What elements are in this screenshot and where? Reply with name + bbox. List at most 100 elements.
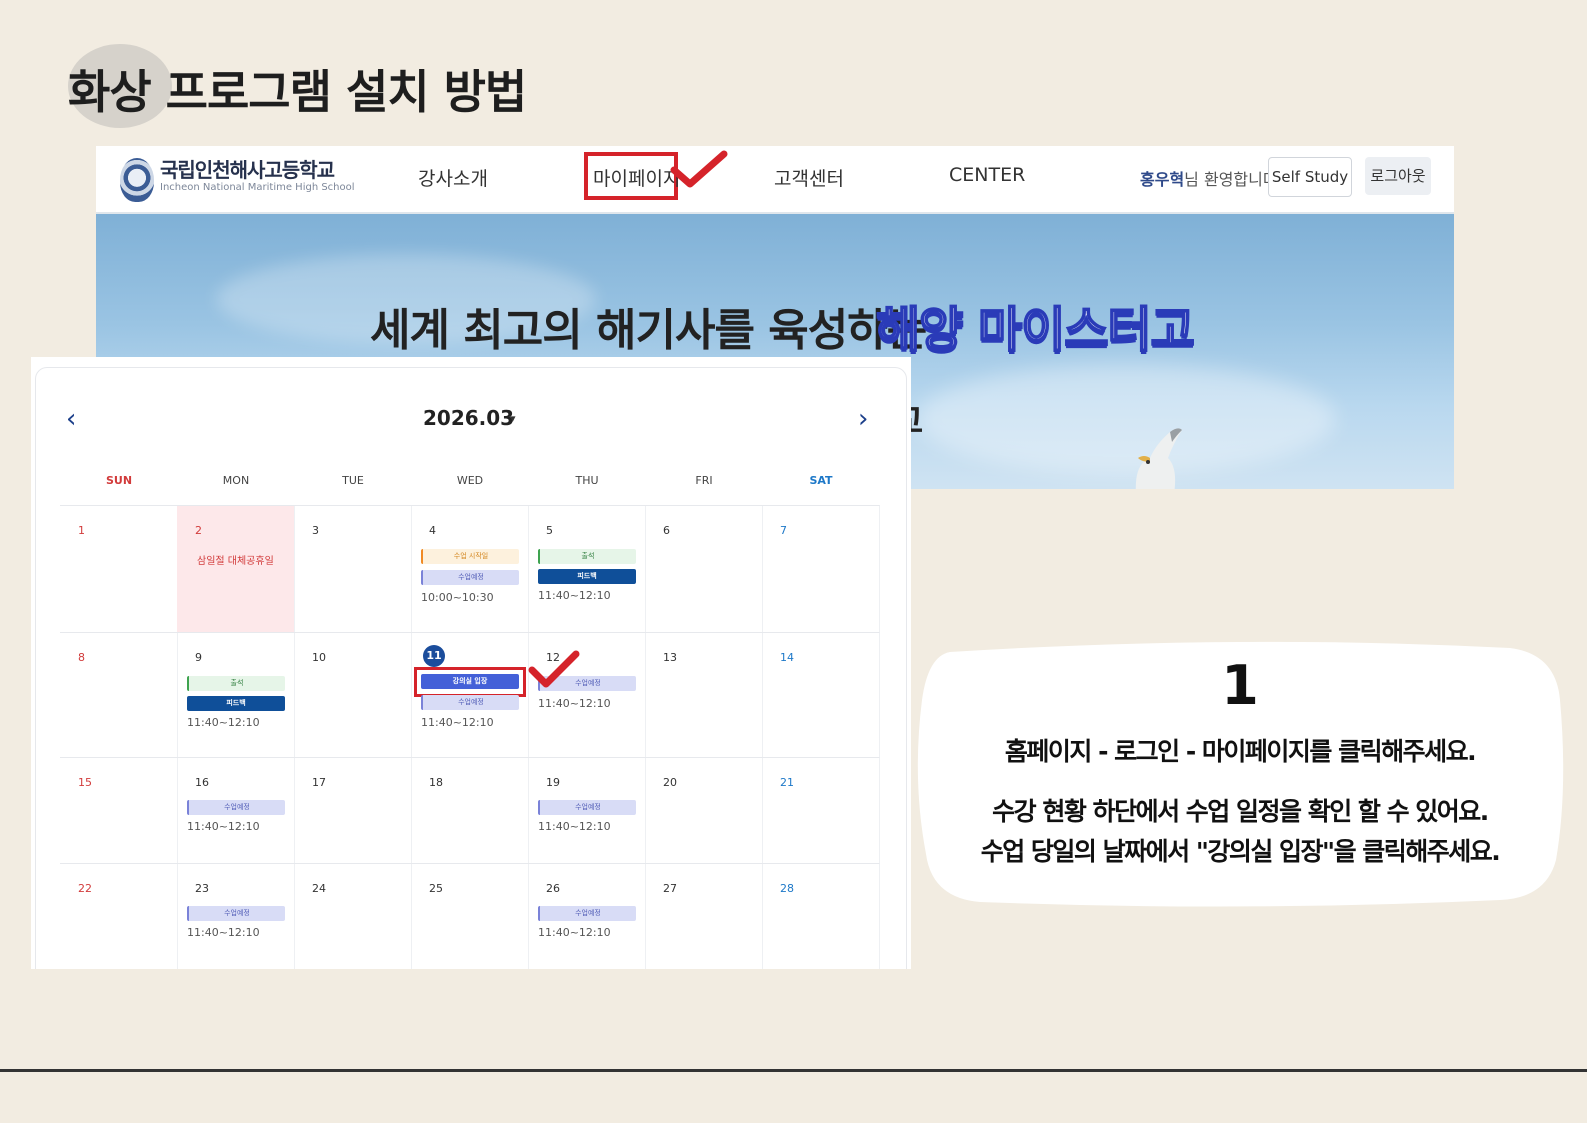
class-time: 11:40~12:10 <box>538 820 611 833</box>
school-logo[interactable]: 국립인천해사고등학교 Incheon National Maritime Hig… <box>120 154 355 204</box>
scheduled-class-event[interactable]: 수업예정 <box>538 800 636 815</box>
instruction-line-2: 수강 현황 하단에서 수업 일정을 확인 할 수 있어요. <box>992 797 1489 826</box>
day-cell[interactable]: 1 <box>60 505 178 632</box>
scheduled-class-event[interactable]: 수업예정 <box>187 906 285 921</box>
day-cell[interactable]: 9 출석 피드백 11:40~12:10 <box>177 632 295 757</box>
day-number: 5 <box>546 524 553 537</box>
day-number: 2 <box>195 524 202 537</box>
day-number: 28 <box>780 882 794 895</box>
calendar-month[interactable]: 2026.03 <box>423 406 514 430</box>
page-title: 화상 프로그램 설치 방법 <box>68 65 527 119</box>
calendar-card: ‹ 2026.03 ▾ › SUN MON TUE WED THU FRI SA… <box>35 367 907 969</box>
hero-headline-accent: 해양 마이스터고 <box>875 301 1196 359</box>
day-number: 8 <box>78 651 85 664</box>
day-cell-holiday[interactable]: 2 삼일절 대체공휴일 <box>177 505 295 632</box>
enter-classroom-highlight-box <box>414 667 526 697</box>
class-start-event[interactable]: 수업 시작일 <box>421 549 519 564</box>
day-number: 19 <box>546 776 560 789</box>
scheduled-class-event[interactable]: 수업예정 <box>421 570 519 585</box>
day-cell[interactable]: 20 <box>645 757 763 863</box>
self-study-button[interactable]: Self Study <box>1268 157 1352 197</box>
class-time: 11:40~12:10 <box>538 697 611 710</box>
day-number: 10 <box>312 651 326 664</box>
seagull-icon <box>1135 428 1182 489</box>
day-number: 27 <box>663 882 677 895</box>
day-number: 20 <box>663 776 677 789</box>
class-time: 11:40~12:10 <box>187 716 260 729</box>
day-cell[interactable]: 6 <box>645 505 763 632</box>
day-number: 13 <box>663 651 677 664</box>
user-name: 홍우혁 <box>1140 170 1185 189</box>
instruction-line-1: 홈페이지 - 로그인 - 마이페이지를 클릭해주세요. <box>1004 737 1477 766</box>
scheduled-class-event[interactable]: 수업예정 <box>187 800 285 815</box>
day-cell[interactable]: 21 <box>762 757 880 863</box>
class-time: 10:00~10:30 <box>421 591 494 604</box>
day-cell[interactable]: 18 <box>411 757 529 863</box>
day-cell[interactable]: 14 <box>762 632 880 757</box>
nav-mypage[interactable]: 마이페이지 <box>593 164 680 191</box>
day-cell[interactable]: 27 <box>645 863 763 969</box>
logout-button[interactable]: 로그아웃 <box>1365 157 1431 195</box>
weekday-thu: THU <box>575 474 599 487</box>
month-dropdown-icon[interactable]: ▾ <box>510 412 516 425</box>
attendance-event[interactable]: 출석 <box>538 549 636 564</box>
day-number: 24 <box>312 882 326 895</box>
day-cell[interactable]: 15 <box>60 757 178 863</box>
day-cell[interactable]: 3 <box>294 505 412 632</box>
day-cell[interactable]: 5 출석 피드백 11:40~12:10 <box>528 505 646 632</box>
weekday-wed: WED <box>456 474 484 487</box>
class-time: 11:40~12:10 <box>421 716 494 729</box>
day-cell[interactable]: 16 수업예정 11:40~12:10 <box>177 757 295 863</box>
hero-headline: 세계 최고의 해기사를 육성하는 <box>370 305 927 356</box>
step-number: 1 <box>1221 654 1259 717</box>
day-number: 16 <box>195 776 209 789</box>
class-time: 11:40~12:10 <box>187 926 260 939</box>
feedback-button[interactable]: 피드백 <box>538 569 636 584</box>
day-cell[interactable]: 24 <box>294 863 412 969</box>
today-badge: 11 <box>423 645 445 667</box>
calendar-screenshot: ‹ 2026.03 ▾ › SUN MON TUE WED THU FRI SA… <box>31 357 911 969</box>
nav-center[interactable]: CENTER <box>949 164 1025 186</box>
day-cell[interactable]: 10 <box>294 632 412 757</box>
day-number: 6 <box>663 524 670 537</box>
nav-customer-center[interactable]: 고객센터 <box>774 164 844 191</box>
day-cell[interactable]: 25 <box>411 863 529 969</box>
checkmark-icon <box>670 150 728 188</box>
logo-subtitle: Incheon National Maritime High School <box>160 182 355 193</box>
day-number: 4 <box>429 524 436 537</box>
weekday-sat: SAT <box>809 474 833 487</box>
feedback-button[interactable]: 피드백 <box>187 696 285 711</box>
day-cell[interactable]: 28 <box>762 863 880 969</box>
day-number: 21 <box>780 776 794 789</box>
day-number: 23 <box>195 882 209 895</box>
day-cell[interactable]: 23 수업예정 11:40~12:10 <box>177 863 295 969</box>
attendance-event[interactable]: 출석 <box>187 676 285 691</box>
next-month-button[interactable]: › <box>858 404 868 434</box>
scheduled-class-event[interactable]: 수업예정 <box>538 906 636 921</box>
weekday-tue: TUE <box>342 474 364 487</box>
weekday-fri: FRI <box>695 474 713 487</box>
day-number: 17 <box>312 776 326 789</box>
day-cell[interactable]: 7 <box>762 505 880 632</box>
school-emblem-icon <box>120 158 154 202</box>
site-header: 국립인천해사고등학교 Incheon National Maritime Hig… <box>96 146 1454 214</box>
day-cell[interactable]: 8 <box>60 632 178 757</box>
nav-instructors[interactable]: 강사소개 <box>418 164 488 191</box>
day-cell-today[interactable]: 11 강의실 입장 수업예정 11:40~12:10 <box>411 632 529 757</box>
day-cell[interactable]: 13 <box>645 632 763 757</box>
scheduled-class-event[interactable]: 수업예정 <box>421 695 519 710</box>
day-number: 9 <box>195 651 202 664</box>
day-cell[interactable]: 22 <box>60 863 178 969</box>
checkmark-icon <box>528 650 580 688</box>
day-cell[interactable]: 4 수업 시작일 수업예정 10:00~10:30 <box>411 505 529 632</box>
holiday-name: 삼일절 대체공휴일 <box>197 556 274 567</box>
bottom-divider <box>0 1069 1587 1072</box>
class-time: 11:40~12:10 <box>187 820 260 833</box>
day-cell[interactable]: 17 <box>294 757 412 863</box>
day-cell[interactable]: 19 수업예정 11:40~12:10 <box>528 757 646 863</box>
calendar-grid: 1 2 삼일절 대체공휴일 3 4 수업 시작일 수업예정 10:00~10:3… <box>60 505 890 969</box>
weekday-mon: MON <box>222 474 250 487</box>
prev-month-button[interactable]: ‹ <box>66 404 76 434</box>
day-cell[interactable]: 26 수업예정 11:40~12:10 <box>528 863 646 969</box>
day-number: 15 <box>78 776 92 789</box>
